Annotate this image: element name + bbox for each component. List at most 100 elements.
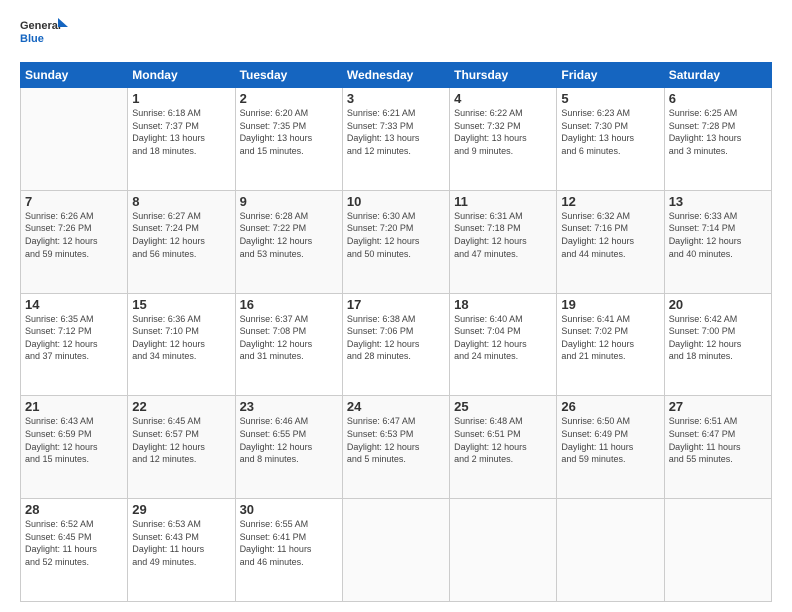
day-number: 16: [240, 297, 338, 312]
day-info: Sunrise: 6:38 AMSunset: 7:06 PMDaylight:…: [347, 313, 445, 363]
calendar-cell: 4Sunrise: 6:22 AMSunset: 7:32 PMDaylight…: [450, 88, 557, 191]
calendar-cell: 17Sunrise: 6:38 AMSunset: 7:06 PMDayligh…: [342, 293, 449, 396]
weekday-header-row: SundayMondayTuesdayWednesdayThursdayFrid…: [21, 63, 772, 88]
calendar-week-row: 7Sunrise: 6:26 AMSunset: 7:26 PMDaylight…: [21, 190, 772, 293]
day-info: Sunrise: 6:35 AMSunset: 7:12 PMDaylight:…: [25, 313, 123, 363]
day-number: 28: [25, 502, 123, 517]
page: General Blue SundayMondayTuesdayWednesda…: [0, 0, 792, 612]
day-number: 2: [240, 91, 338, 106]
day-number: 12: [561, 194, 659, 209]
calendar-cell: 5Sunrise: 6:23 AMSunset: 7:30 PMDaylight…: [557, 88, 664, 191]
day-number: 10: [347, 194, 445, 209]
calendar-cell: 3Sunrise: 6:21 AMSunset: 7:33 PMDaylight…: [342, 88, 449, 191]
header: General Blue: [20, 16, 772, 52]
weekday-header-thursday: Thursday: [450, 63, 557, 88]
day-info: Sunrise: 6:51 AMSunset: 6:47 PMDaylight:…: [669, 415, 767, 465]
day-number: 7: [25, 194, 123, 209]
day-number: 17: [347, 297, 445, 312]
calendar-cell: 2Sunrise: 6:20 AMSunset: 7:35 PMDaylight…: [235, 88, 342, 191]
day-info: Sunrise: 6:55 AMSunset: 6:41 PMDaylight:…: [240, 518, 338, 568]
day-info: Sunrise: 6:22 AMSunset: 7:32 PMDaylight:…: [454, 107, 552, 157]
day-number: 21: [25, 399, 123, 414]
calendar-cell: 6Sunrise: 6:25 AMSunset: 7:28 PMDaylight…: [664, 88, 771, 191]
day-number: 8: [132, 194, 230, 209]
weekday-header-monday: Monday: [128, 63, 235, 88]
day-number: 4: [454, 91, 552, 106]
day-number: 18: [454, 297, 552, 312]
calendar-week-row: 1Sunrise: 6:18 AMSunset: 7:37 PMDaylight…: [21, 88, 772, 191]
calendar-cell: 11Sunrise: 6:31 AMSunset: 7:18 PMDayligh…: [450, 190, 557, 293]
calendar-cell: [21, 88, 128, 191]
day-info: Sunrise: 6:20 AMSunset: 7:35 PMDaylight:…: [240, 107, 338, 157]
day-number: 6: [669, 91, 767, 106]
day-number: 19: [561, 297, 659, 312]
day-number: 27: [669, 399, 767, 414]
day-number: 24: [347, 399, 445, 414]
day-number: 15: [132, 297, 230, 312]
day-info: Sunrise: 6:26 AMSunset: 7:26 PMDaylight:…: [25, 210, 123, 260]
day-info: Sunrise: 6:50 AMSunset: 6:49 PMDaylight:…: [561, 415, 659, 465]
svg-text:General: General: [20, 20, 61, 32]
calendar-cell: 25Sunrise: 6:48 AMSunset: 6:51 PMDayligh…: [450, 396, 557, 499]
weekday-header-saturday: Saturday: [664, 63, 771, 88]
calendar-cell: 28Sunrise: 6:52 AMSunset: 6:45 PMDayligh…: [21, 499, 128, 602]
day-info: Sunrise: 6:46 AMSunset: 6:55 PMDaylight:…: [240, 415, 338, 465]
day-number: 3: [347, 91, 445, 106]
svg-text:Blue: Blue: [20, 33, 44, 45]
day-info: Sunrise: 6:36 AMSunset: 7:10 PMDaylight:…: [132, 313, 230, 363]
weekday-header-wednesday: Wednesday: [342, 63, 449, 88]
day-number: 5: [561, 91, 659, 106]
day-info: Sunrise: 6:48 AMSunset: 6:51 PMDaylight:…: [454, 415, 552, 465]
calendar-cell: 15Sunrise: 6:36 AMSunset: 7:10 PMDayligh…: [128, 293, 235, 396]
calendar-cell: 19Sunrise: 6:41 AMSunset: 7:02 PMDayligh…: [557, 293, 664, 396]
calendar-table: SundayMondayTuesdayWednesdayThursdayFrid…: [20, 62, 772, 602]
calendar-cell: 16Sunrise: 6:37 AMSunset: 7:08 PMDayligh…: [235, 293, 342, 396]
logo-svg: General Blue: [20, 16, 70, 52]
calendar-week-row: 28Sunrise: 6:52 AMSunset: 6:45 PMDayligh…: [21, 499, 772, 602]
day-number: 14: [25, 297, 123, 312]
calendar-cell: 12Sunrise: 6:32 AMSunset: 7:16 PMDayligh…: [557, 190, 664, 293]
day-info: Sunrise: 6:42 AMSunset: 7:00 PMDaylight:…: [669, 313, 767, 363]
day-info: Sunrise: 6:33 AMSunset: 7:14 PMDaylight:…: [669, 210, 767, 260]
day-number: 29: [132, 502, 230, 517]
calendar-week-row: 21Sunrise: 6:43 AMSunset: 6:59 PMDayligh…: [21, 396, 772, 499]
calendar-cell: 24Sunrise: 6:47 AMSunset: 6:53 PMDayligh…: [342, 396, 449, 499]
weekday-header-friday: Friday: [557, 63, 664, 88]
day-number: 22: [132, 399, 230, 414]
calendar-cell: 27Sunrise: 6:51 AMSunset: 6:47 PMDayligh…: [664, 396, 771, 499]
calendar-cell: 26Sunrise: 6:50 AMSunset: 6:49 PMDayligh…: [557, 396, 664, 499]
day-info: Sunrise: 6:53 AMSunset: 6:43 PMDaylight:…: [132, 518, 230, 568]
calendar-cell: [664, 499, 771, 602]
calendar-cell: [450, 499, 557, 602]
calendar-cell: 22Sunrise: 6:45 AMSunset: 6:57 PMDayligh…: [128, 396, 235, 499]
calendar-week-row: 14Sunrise: 6:35 AMSunset: 7:12 PMDayligh…: [21, 293, 772, 396]
day-info: Sunrise: 6:41 AMSunset: 7:02 PMDaylight:…: [561, 313, 659, 363]
calendar-cell: 30Sunrise: 6:55 AMSunset: 6:41 PMDayligh…: [235, 499, 342, 602]
calendar-cell: [557, 499, 664, 602]
day-number: 11: [454, 194, 552, 209]
calendar-cell: [342, 499, 449, 602]
day-info: Sunrise: 6:28 AMSunset: 7:22 PMDaylight:…: [240, 210, 338, 260]
calendar-cell: 10Sunrise: 6:30 AMSunset: 7:20 PMDayligh…: [342, 190, 449, 293]
day-number: 9: [240, 194, 338, 209]
day-info: Sunrise: 6:30 AMSunset: 7:20 PMDaylight:…: [347, 210, 445, 260]
day-info: Sunrise: 6:40 AMSunset: 7:04 PMDaylight:…: [454, 313, 552, 363]
calendar-cell: 20Sunrise: 6:42 AMSunset: 7:00 PMDayligh…: [664, 293, 771, 396]
day-number: 1: [132, 91, 230, 106]
weekday-header-tuesday: Tuesday: [235, 63, 342, 88]
day-number: 30: [240, 502, 338, 517]
day-info: Sunrise: 6:45 AMSunset: 6:57 PMDaylight:…: [132, 415, 230, 465]
calendar-cell: 29Sunrise: 6:53 AMSunset: 6:43 PMDayligh…: [128, 499, 235, 602]
calendar-cell: 14Sunrise: 6:35 AMSunset: 7:12 PMDayligh…: [21, 293, 128, 396]
day-info: Sunrise: 6:32 AMSunset: 7:16 PMDaylight:…: [561, 210, 659, 260]
calendar-cell: 21Sunrise: 6:43 AMSunset: 6:59 PMDayligh…: [21, 396, 128, 499]
day-info: Sunrise: 6:47 AMSunset: 6:53 PMDaylight:…: [347, 415, 445, 465]
calendar-cell: 7Sunrise: 6:26 AMSunset: 7:26 PMDaylight…: [21, 190, 128, 293]
calendar-cell: 1Sunrise: 6:18 AMSunset: 7:37 PMDaylight…: [128, 88, 235, 191]
day-info: Sunrise: 6:25 AMSunset: 7:28 PMDaylight:…: [669, 107, 767, 157]
day-number: 23: [240, 399, 338, 414]
day-number: 20: [669, 297, 767, 312]
day-number: 26: [561, 399, 659, 414]
calendar-cell: 13Sunrise: 6:33 AMSunset: 7:14 PMDayligh…: [664, 190, 771, 293]
day-info: Sunrise: 6:21 AMSunset: 7:33 PMDaylight:…: [347, 107, 445, 157]
